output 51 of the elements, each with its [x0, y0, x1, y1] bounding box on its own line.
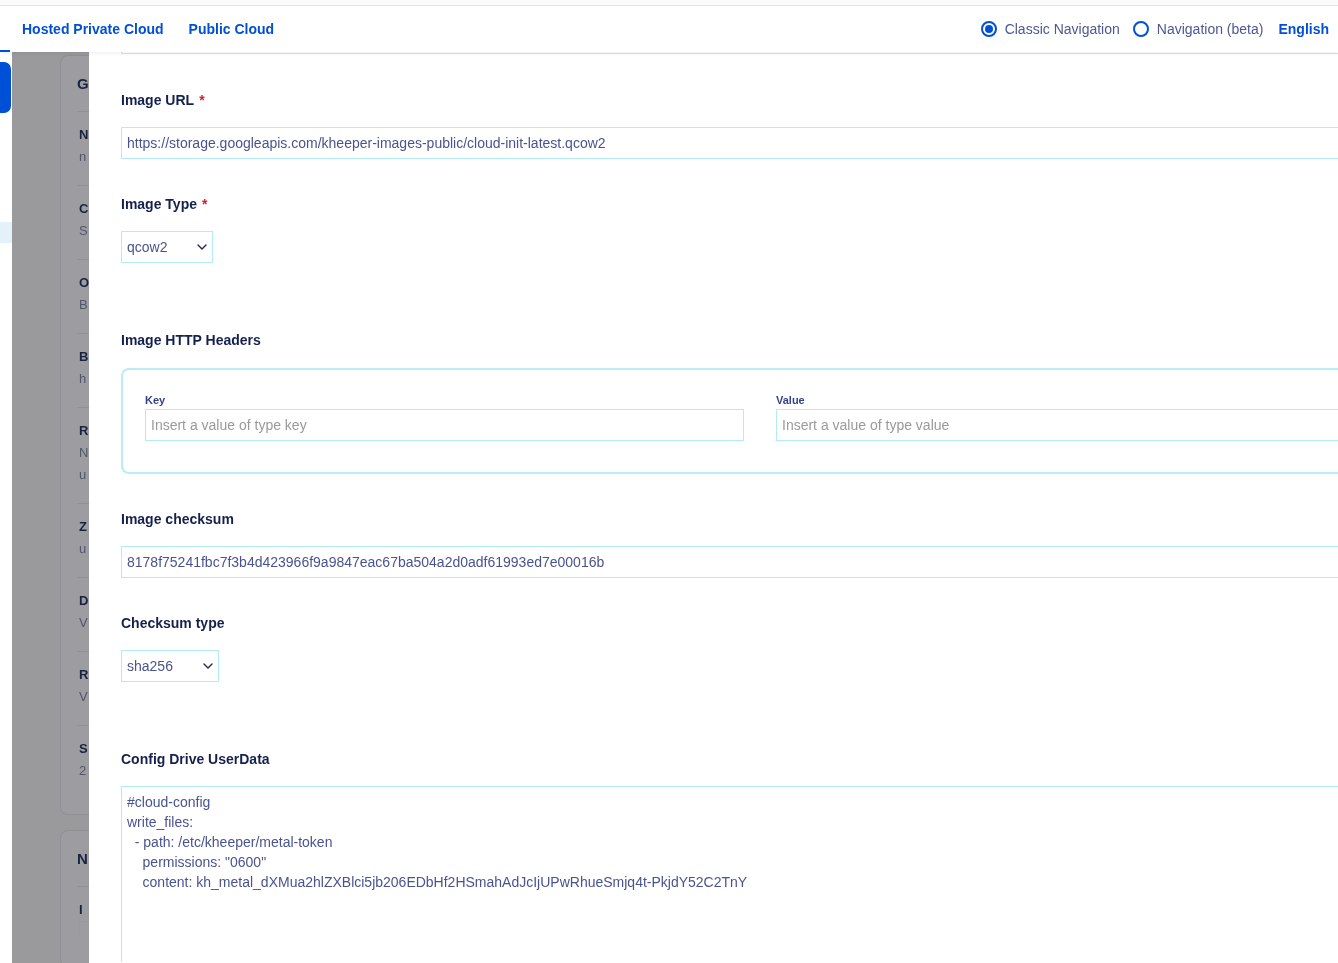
- row-label: R: [79, 422, 89, 440]
- row-value: V: [79, 688, 89, 706]
- field-label: Image HTTP Headers: [121, 331, 261, 350]
- radio-option[interactable]: Navigation (beta): [1132, 19, 1264, 39]
- nav-link[interactable]: Hosted Private Cloud: [22, 19, 164, 39]
- row-value: u: [79, 540, 88, 558]
- row-label: C: [79, 200, 89, 218]
- row-label: B: [79, 348, 89, 366]
- text-input[interactable]: https://storage.googleapis.com/kheeper-images-public/cloud-init-latest.qcow2: [121, 127, 1338, 159]
- row-label: N: [79, 126, 89, 144]
- row-value: N: [79, 444, 89, 462]
- required-mark: *: [202, 195, 208, 214]
- required-mark: *: [199, 91, 205, 110]
- text-input[interactable]: Insert a value of type value: [776, 409, 1338, 441]
- nav-link[interactable]: Public Cloud: [188, 19, 275, 39]
- row-value: V: [79, 614, 89, 632]
- active-tab-indicator: [0, 50, 10, 52]
- row-value: n: [79, 148, 88, 166]
- row-label: S: [79, 740, 89, 758]
- field-label: Image Type: [121, 195, 197, 214]
- textarea-field[interactable]: #cloud-config write_files: - path: /etc/kheeper/metal-token permissions: "0600" content: kh_metal_dXMua2hlZXBlci5jb206EDbHf2HSmahAdJcIjUPwRhueSmjq4t-PkjdY52C2TnY: [121, 786, 1338, 962]
- text-input[interactable]: 8178f75241fbc7f3b4d423966f9a9847eac67ba504a2d0adf61993ed7e00016b: [121, 546, 1338, 578]
- chevron-down-icon: [202, 663, 213, 669]
- language-link[interactable]: English: [1278, 19, 1329, 39]
- row-value: u: [79, 466, 88, 484]
- row-label: D: [79, 592, 89, 610]
- radio-icon[interactable]: [1132, 21, 1149, 37]
- field-label: Checksum type: [121, 614, 225, 633]
- row-value: S: [79, 222, 89, 240]
- radio-icon[interactable]: [980, 21, 997, 37]
- select-dropdown[interactable]: qcow2: [121, 231, 214, 263]
- select-dropdown[interactable]: sha256: [121, 650, 219, 682]
- chevron-down-icon: [197, 244, 208, 250]
- field-label: Config Drive UserData: [121, 750, 270, 769]
- field-label: Image URL: [121, 91, 195, 110]
- row-value: 2: [79, 762, 88, 780]
- text-input[interactable]: Insert a value of type key: [145, 409, 744, 441]
- card-title: N: [77, 849, 89, 869]
- sidebar-tab[interactable]: [0, 62, 11, 113]
- radio-option[interactable]: Classic Navigation: [980, 19, 1120, 39]
- row-label: O: [79, 274, 89, 292]
- column-label: Value: [776, 393, 806, 407]
- column-label: Key: [145, 393, 167, 407]
- row-label: I: [79, 901, 84, 919]
- sidebar-highlight: [0, 222, 12, 243]
- row-value: h: [79, 370, 88, 388]
- field-label: Image checksum: [121, 510, 234, 529]
- card-title: G: [77, 74, 89, 94]
- row-value: B: [79, 296, 89, 314]
- row-label: R: [79, 666, 89, 684]
- row-label: Z: [79, 518, 88, 536]
